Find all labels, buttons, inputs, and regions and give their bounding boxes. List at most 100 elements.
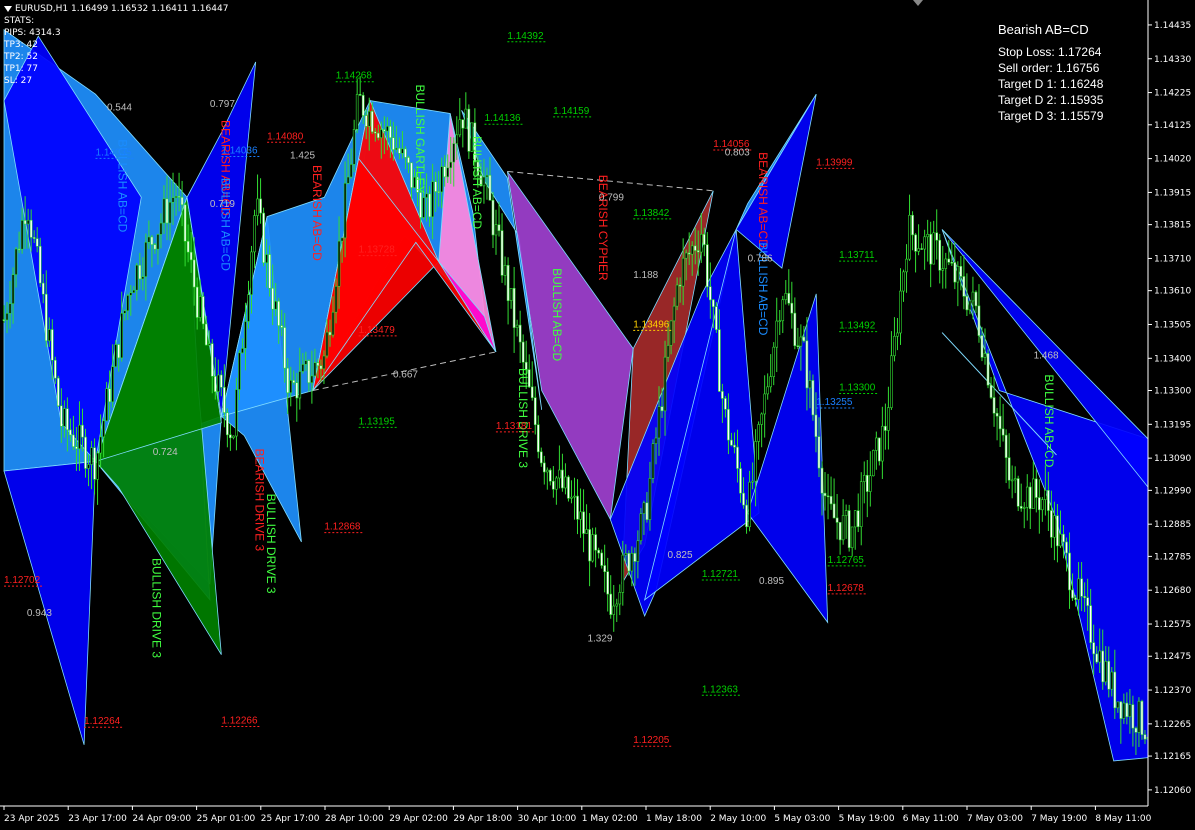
candle-body <box>962 276 966 297</box>
candle-body <box>615 603 619 607</box>
candle-body <box>751 480 754 483</box>
candle-body <box>380 129 383 139</box>
candle-body <box>666 345 670 358</box>
price-level-label: 1.13479 <box>359 325 396 336</box>
candle-body <box>241 348 244 354</box>
candle-body <box>757 424 760 442</box>
candle-body <box>971 291 975 302</box>
candle-body <box>872 450 875 477</box>
candle-body <box>606 571 609 595</box>
candle-body <box>120 313 124 359</box>
candle-body <box>250 251 253 296</box>
candle-body <box>929 233 932 265</box>
candle-body <box>204 323 208 346</box>
candle-body <box>983 353 987 358</box>
y-tick-label: 1.12265 <box>1154 720 1191 730</box>
candle-body <box>775 320 779 348</box>
candle-body <box>289 380 293 394</box>
candle-body <box>672 305 676 322</box>
candle-body <box>213 376 217 393</box>
x-tick-label: 25 Apr 01:00 <box>197 814 256 824</box>
candle-body <box>884 425 887 431</box>
ratio-label: 0.786 <box>748 254 773 265</box>
candle-body <box>87 464 90 469</box>
candle-body <box>455 134 459 144</box>
candle-body <box>745 504 748 528</box>
candle-body <box>265 254 268 264</box>
candle-body <box>195 286 199 318</box>
y-tick-label: 1.14435 <box>1154 21 1191 31</box>
candle-body <box>220 374 223 388</box>
candle-body <box>337 240 341 287</box>
candle-body <box>675 284 679 307</box>
candle-body <box>229 434 232 439</box>
candle-body <box>407 157 410 164</box>
info-line: Target D 2: 1.15935 <box>998 93 1104 107</box>
candle-body <box>603 565 606 572</box>
candle-body <box>72 434 75 447</box>
candle-body <box>859 481 863 528</box>
candle-body <box>277 300 280 326</box>
candle-body <box>980 335 984 358</box>
candle-body <box>965 296 969 311</box>
stats-panel: EURUSD,H1 1.16499 1.16532 1.16411 1.1644… <box>4 3 228 87</box>
chevron-down-icon[interactable] <box>4 6 12 12</box>
candle-body <box>896 332 899 337</box>
candle-body <box>1016 478 1020 507</box>
candle-body <box>802 336 806 342</box>
candle-body <box>8 303 12 314</box>
candle-body <box>23 220 27 225</box>
symbol-title[interactable]: EURUSD,H1 1.16499 1.16532 1.16411 1.1644… <box>4 3 228 15</box>
candle-body <box>923 236 926 250</box>
y-tick-label: 1.13300 <box>1154 387 1191 397</box>
y-tick-label: 1.12885 <box>1154 520 1191 530</box>
candle-body <box>823 492 827 497</box>
info-line: Target D 1: 1.16248 <box>998 77 1104 91</box>
info-line: Stop Loss: 1.17264 <box>998 45 1102 59</box>
x-tick-label: 23 Apr 17:00 <box>68 814 127 824</box>
candle-body <box>826 495 830 498</box>
candle-body <box>853 510 857 528</box>
candle-body <box>564 476 567 489</box>
price-level-label: 1.14035 <box>96 147 133 158</box>
candle-body <box>1107 661 1111 690</box>
candle-body <box>503 265 507 276</box>
candle-body <box>609 593 613 615</box>
ratio-label: 0.803 <box>725 147 750 158</box>
candle-body <box>536 424 540 453</box>
candle-body <box>84 436 87 469</box>
candle-body <box>1119 701 1123 719</box>
candle-body <box>530 386 534 399</box>
candle-body <box>1077 578 1080 600</box>
candle-body <box>959 266 963 277</box>
price-level-label: 1.14136 <box>484 113 521 124</box>
candle-body <box>32 237 36 239</box>
candle-body <box>144 241 148 277</box>
candle-body <box>464 108 468 129</box>
pattern-name-label: BEARISH AB=CD <box>756 152 770 248</box>
candle-body <box>346 176 350 184</box>
price-level-label: 1.12765 <box>828 555 865 566</box>
stats-line: TP2: 52 <box>4 52 38 62</box>
candle-body <box>171 197 175 203</box>
pattern-name-label: BULLISH AB=CD <box>1042 374 1056 467</box>
candle-body <box>1101 650 1105 683</box>
chart-shift-marker[interactable] <box>913 0 923 6</box>
y-tick-label: 1.13610 <box>1154 287 1191 297</box>
price-chart[interactable]: BULLISH AB=CD BEARISH AB=CD BULLISH AB=CD B… <box>0 0 1195 830</box>
price-level-label: 1.12721 <box>702 569 739 580</box>
candle-body <box>739 468 742 494</box>
candle-body <box>404 148 407 158</box>
candle-body <box>90 447 93 465</box>
candle-body <box>935 232 939 241</box>
candle-body <box>108 388 111 403</box>
candle-body <box>437 191 440 193</box>
candle-body <box>256 198 259 216</box>
harmonic-pattern-shapes <box>3 28 1149 762</box>
y-tick-label: 1.12060 <box>1154 786 1191 796</box>
candle-body <box>1125 702 1129 717</box>
candle-body <box>844 510 848 516</box>
pattern-shape <box>3 460 96 745</box>
candle-body <box>546 469 549 473</box>
candle-body <box>790 302 794 314</box>
